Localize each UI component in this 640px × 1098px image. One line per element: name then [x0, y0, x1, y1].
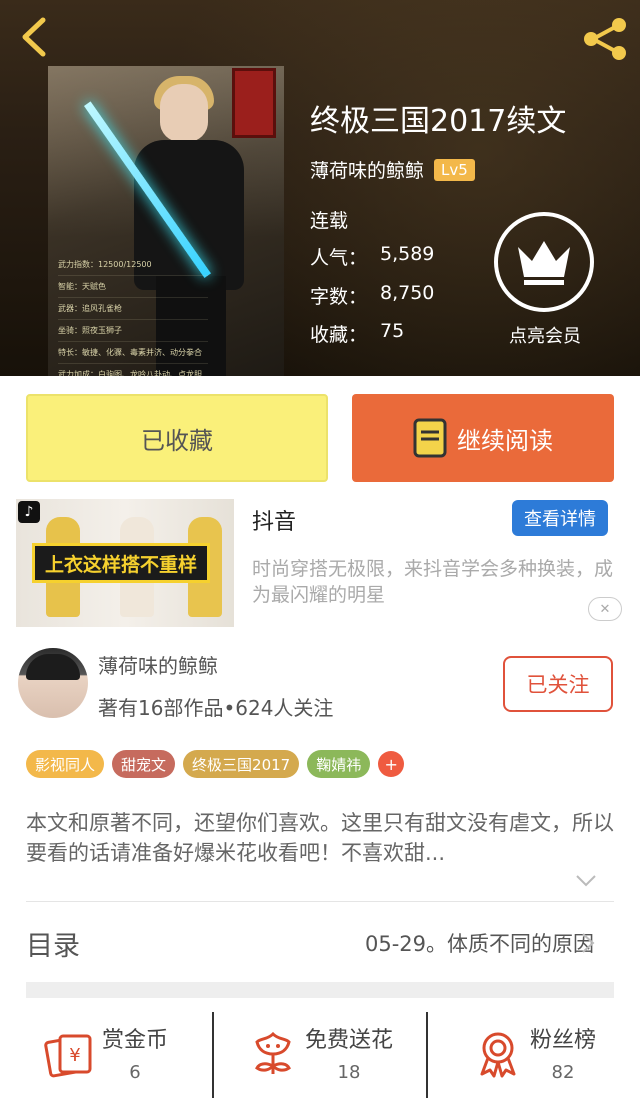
fan-ranking-button[interactable]: 粉丝榜 82	[426, 1012, 640, 1098]
crown-icon	[518, 241, 570, 285]
member-button[interactable]	[494, 212, 594, 312]
cover-banner	[232, 68, 276, 138]
add-tag-button[interactable]: +	[378, 751, 405, 777]
chevron-down-icon	[576, 875, 596, 887]
latest-chapter-link[interactable]: 05-29。体质不同的原因	[365, 928, 594, 958]
stat-favorites: 收藏： 75	[310, 320, 405, 346]
author-name[interactable]: 薄荷味的鲸鲸	[98, 650, 218, 679]
fan-ranking-count: 82	[551, 1062, 575, 1083]
reward-coins-count: 6	[129, 1062, 141, 1083]
tag-item[interactable]: 鞠婧祎	[307, 750, 371, 778]
ad-details-button[interactable]: 查看详情	[512, 500, 608, 536]
tag-list: 影视同人 甜宠文 终极三国2017 鞠婧祎 +	[26, 750, 405, 778]
book-header: 武力指数：12500/12500 智能：天赋色 武器：追风孔雀枪 坐骑：照夜玉狮…	[0, 0, 640, 376]
book-author-name[interactable]: 薄荷味的鲸鲸	[310, 156, 424, 183]
book-description[interactable]: 本文和原著不同，还望你们喜欢。这里只有甜文没有虐文，所以要看的话请准备好爆米花收…	[26, 808, 616, 868]
svg-text:¥: ¥	[69, 1045, 80, 1066]
serial-status: 连载	[310, 210, 349, 232]
close-icon: ✕	[599, 601, 611, 617]
follow-button[interactable]: 已关注	[503, 656, 613, 712]
bottom-action-bar: ¥ 赏金币 6 免费送花 18 粉丝榜 82	[0, 1012, 640, 1098]
ad-title[interactable]: 抖音	[252, 504, 296, 536]
reward-coins-button[interactable]: ¥ 赏金币 6	[0, 1012, 212, 1098]
continue-reading-button[interactable]: 继续阅读	[352, 394, 614, 482]
ad-description: 时尚穿搭无极限，来抖音学会多种换装，成为最闪耀的明星	[252, 558, 614, 606]
chevron-right-icon	[582, 933, 595, 953]
divider	[26, 901, 614, 902]
toc-label[interactable]: 目录	[26, 924, 80, 963]
collect-button[interactable]: 已收藏	[26, 394, 328, 482]
stat-popularity: 人气： 5,589	[310, 243, 435, 269]
stat-word-count: 字数： 8,750	[310, 282, 435, 308]
reward-coins-label: 赏金币	[101, 1028, 168, 1053]
level-badge: Lv5	[434, 158, 475, 181]
tag-item[interactable]: 影视同人	[26, 750, 105, 778]
send-flowers-label: 免费送花	[304, 1028, 393, 1053]
book-cover[interactable]: 武力指数：12500/12500 智能：天赋色 武器：追风孔雀枪 坐骑：照夜玉狮…	[48, 66, 284, 376]
send-flowers-button[interactable]: 免费送花 18	[212, 1012, 426, 1098]
coin-envelope-icon: ¥	[44, 1034, 92, 1078]
tag-item[interactable]: 甜宠文	[112, 750, 176, 778]
cover-stats: 武力指数：12500/12500 智能：天赋色 武器：追风孔雀枪 坐骑：照夜玉狮…	[58, 254, 208, 376]
book-author-row: 薄荷味的鲸鲸 Lv5	[310, 156, 475, 183]
section-separator	[26, 982, 614, 998]
tiktok-logo-icon: ♪	[18, 501, 40, 523]
continue-reading-label: 继续阅读	[457, 426, 553, 455]
ad-banner-text: 上衣这样搭不重样	[32, 543, 211, 583]
ad-image[interactable]: ♪ 上衣这样搭不重样	[16, 499, 234, 627]
share-button[interactable]	[580, 16, 630, 62]
chevron-left-icon	[22, 17, 46, 57]
tag-item[interactable]: 终极三国2017	[183, 750, 300, 778]
ad-close-button[interactable]: ✕	[588, 597, 622, 621]
author-info: 著有16部作品•624人关注	[98, 696, 334, 720]
book-icon	[413, 418, 447, 458]
book-title: 终极三国2017续文	[310, 104, 567, 139]
expand-description-button[interactable]	[574, 872, 598, 890]
ribbon-medal-icon	[480, 1032, 516, 1078]
send-flowers-count: 18	[337, 1062, 361, 1083]
member-label[interactable]: 点亮会员	[480, 322, 610, 348]
flower-icon	[255, 1031, 291, 1074]
author-avatar[interactable]	[18, 648, 88, 718]
share-icon	[584, 18, 626, 60]
fan-ranking-label: 粉丝榜	[529, 1028, 596, 1053]
back-button[interactable]	[14, 14, 54, 60]
